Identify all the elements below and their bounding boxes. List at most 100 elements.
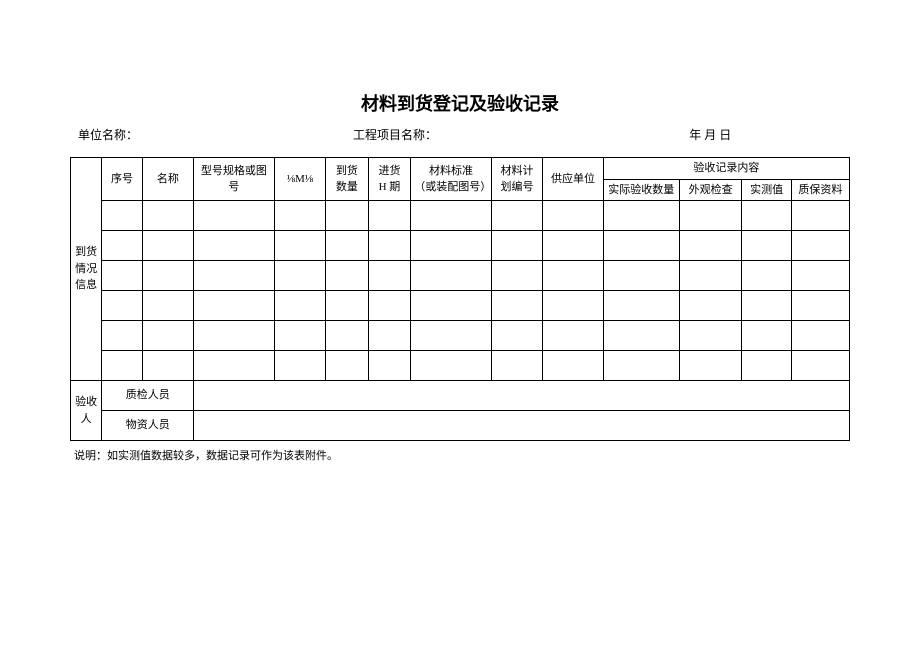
cell <box>491 291 542 321</box>
cell <box>142 261 193 291</box>
cell <box>368 261 411 291</box>
cell <box>679 201 742 231</box>
col-date: 进货H 期 <box>368 158 411 201</box>
cell <box>194 291 275 321</box>
cell <box>543 201 603 231</box>
table-row <box>71 231 850 261</box>
sign-qc-label: 质检人员 <box>102 381 194 411</box>
cell <box>102 261 142 291</box>
col-accept-qty: 实际验收数量 <box>603 179 679 201</box>
cell <box>326 321 369 351</box>
cell <box>102 231 142 261</box>
cell <box>411 321 492 351</box>
cell <box>679 231 742 261</box>
cell <box>326 261 369 291</box>
cell <box>791 231 849 261</box>
cell <box>142 231 193 261</box>
cell <box>491 261 542 291</box>
col-appearance: 外观检查 <box>679 179 742 201</box>
cell <box>791 321 849 351</box>
cell <box>543 291 603 321</box>
cell <box>791 201 849 231</box>
cell <box>142 291 193 321</box>
sign-qc-row: 验收人 质检人员 <box>71 381 850 411</box>
cell <box>102 321 142 351</box>
col-measured: 实测值 <box>742 179 791 201</box>
table-row <box>71 351 850 381</box>
cell <box>603 321 679 351</box>
cell <box>326 201 369 231</box>
cell <box>274 351 325 381</box>
date-label: 年 月 日 <box>689 126 842 143</box>
cell <box>791 291 849 321</box>
side-arrival: 到货情况信息 <box>71 158 102 381</box>
cell <box>742 261 791 291</box>
cell <box>543 351 603 381</box>
cell <box>603 201 679 231</box>
cell <box>194 321 275 351</box>
cell <box>102 291 142 321</box>
project-label: 工程项目名称： <box>353 126 689 143</box>
cell <box>411 291 492 321</box>
cell <box>194 201 275 231</box>
cell <box>791 351 849 381</box>
footnote: 说明：如实测值数据较多，数据记录可作为该表附件。 <box>70 447 850 463</box>
meta-row: 单位名称： 工程项目名称： 年 月 日 <box>70 126 850 143</box>
page-title: 材料到货登记及验收记录 <box>70 90 850 116</box>
cell <box>603 291 679 321</box>
page: 材料到货登记及验收记录 单位名称： 工程项目名称： 年 月 日 到货情况信息 序… <box>0 0 920 463</box>
col-supplier: 供应单位 <box>543 158 603 201</box>
cell <box>274 231 325 261</box>
cell <box>603 231 679 261</box>
cell <box>679 351 742 381</box>
cell <box>326 231 369 261</box>
unit-label: 单位名称： <box>78 126 353 143</box>
col-accept-group: 验收记录内容 <box>603 158 849 180</box>
sign-mat-label: 物资人员 <box>102 411 194 441</box>
cell <box>326 351 369 381</box>
cell <box>491 231 542 261</box>
cell <box>368 351 411 381</box>
cell <box>411 231 492 261</box>
col-qty: 到货数量 <box>326 158 369 201</box>
header-row-1: 到货情况信息 序号 名称 型号规格或图号 ⅛M⅛ 到货数量 进货H 期 材料标准… <box>71 158 850 180</box>
sign-mat-value <box>194 411 850 441</box>
cell <box>742 231 791 261</box>
sign-mat-row: 物资人员 <box>71 411 850 441</box>
cell <box>194 351 275 381</box>
table-row <box>71 261 850 291</box>
cell <box>194 261 275 291</box>
cell <box>326 291 369 321</box>
cell <box>491 201 542 231</box>
cell <box>274 291 325 321</box>
cell <box>679 291 742 321</box>
side-acceptor: 验收人 <box>71 381 102 441</box>
cell <box>543 261 603 291</box>
cell <box>603 261 679 291</box>
cell <box>742 291 791 321</box>
cell <box>142 351 193 381</box>
col-seq: 序号 <box>102 158 142 201</box>
cell <box>679 261 742 291</box>
cell <box>102 351 142 381</box>
cell <box>274 261 325 291</box>
cell <box>142 201 193 231</box>
cell <box>742 351 791 381</box>
cell <box>411 351 492 381</box>
cell <box>142 321 193 351</box>
cell <box>491 351 542 381</box>
cell <box>543 231 603 261</box>
table-row <box>71 291 850 321</box>
cell <box>102 201 142 231</box>
cell <box>274 201 325 231</box>
cell <box>411 201 492 231</box>
cell <box>742 321 791 351</box>
col-std: 材料标准（或装配图号） <box>411 158 492 201</box>
cell <box>194 231 275 261</box>
col-name: 名称 <box>142 158 193 201</box>
cell <box>679 321 742 351</box>
cell <box>368 201 411 231</box>
table-row <box>71 201 850 231</box>
cell <box>791 261 849 291</box>
sign-qc-value <box>194 381 850 411</box>
